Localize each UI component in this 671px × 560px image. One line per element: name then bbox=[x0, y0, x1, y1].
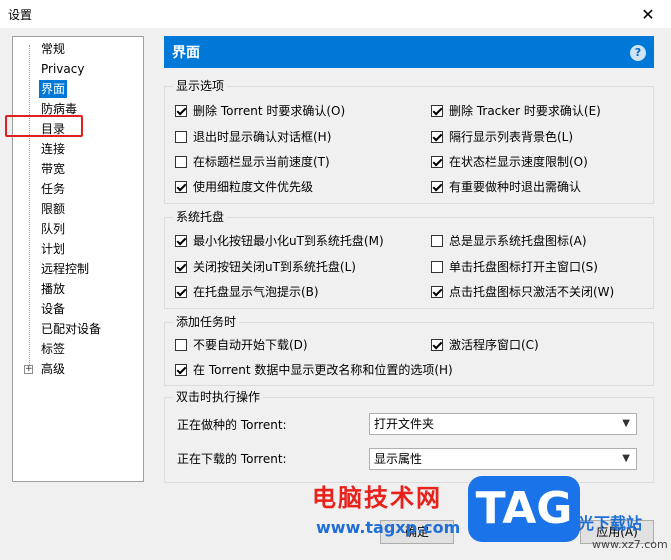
option-label: 在状态栏显示速度限制(O) bbox=[449, 155, 588, 169]
option-exit-confirm[interactable]: 退出时显示确认对话框(H) bbox=[175, 128, 331, 146]
checkbox[interactable] bbox=[175, 286, 187, 298]
checkbox[interactable] bbox=[175, 105, 187, 117]
group-system-tray: 系统托盘 最小化按钮最小化uT到系统托盘(M) 总是显示系统托盘图标(A) 关闭… bbox=[164, 209, 654, 309]
tree-item-remote[interactable]: 远程控制 bbox=[39, 260, 91, 278]
option-dont-autostart[interactable]: 不要自动开始下载(D) bbox=[175, 336, 308, 354]
option-minimize-to-tray[interactable]: 最小化按钮最小化uT到系统托盘(M) bbox=[175, 232, 384, 250]
option-show-rename-options[interactable]: 在 Torrent 数据中显示更改名称和位置的选项(H) bbox=[175, 361, 453, 379]
checkbox[interactable] bbox=[175, 131, 187, 143]
seeding-action-select[interactable]: 打开文件夹 ▼ bbox=[369, 413, 637, 435]
tree-item-advanced[interactable]: 高级 bbox=[39, 360, 67, 378]
watermark-url: www.tagxp.com bbox=[316, 518, 461, 537]
section-title: 界面 bbox=[172, 45, 200, 61]
checkbox[interactable] bbox=[431, 261, 443, 273]
tree-item-schedule[interactable]: 计划 bbox=[39, 240, 67, 258]
checkbox[interactable] bbox=[431, 235, 443, 247]
option-activate-window[interactable]: 激活程序窗口(C) bbox=[431, 336, 539, 354]
watermark-url-secondary: www.xz7.com bbox=[592, 538, 668, 551]
option-confirm-delete-torrent[interactable]: 删除 Torrent 时要求确认(O) bbox=[175, 102, 345, 120]
option-alternate-row-color[interactable]: 隔行显示列表背景色(L) bbox=[431, 128, 573, 146]
watermark-subtitle: 光下载站 bbox=[578, 514, 643, 533]
checkbox[interactable] bbox=[431, 286, 443, 298]
title-bar: 设置 ✕ bbox=[0, 0, 671, 28]
option-label: 在托盘显示气泡提示(B) bbox=[193, 285, 319, 299]
seeding-label: 正在做种的 Torrent: bbox=[177, 418, 287, 432]
option-label: 退出时显示确认对话框(H) bbox=[193, 130, 332, 144]
tree-item-devices[interactable]: 设备 bbox=[39, 300, 67, 318]
tree-item-labels[interactable]: 标签 bbox=[39, 340, 67, 358]
downloading-action-value: 显示属性 bbox=[374, 452, 423, 466]
tree-item-general[interactable]: 常规 bbox=[39, 40, 67, 58]
chevron-down-icon: ▼ bbox=[622, 418, 630, 429]
checkbox[interactable] bbox=[175, 235, 187, 247]
tree-item-bandwidth[interactable]: 带宽 bbox=[39, 160, 67, 178]
checkbox[interactable] bbox=[175, 364, 187, 376]
option-exit-confirm-seeding[interactable]: 有重要做种时退出需确认 bbox=[431, 178, 581, 196]
group-double-click: 双击时执行操作 正在做种的 Torrent: 打开文件夹 ▼ 正在下载的 Tor… bbox=[164, 389, 654, 483]
tree-item-ui[interactable]: 界面 bbox=[39, 80, 68, 98]
window-title: 设置 bbox=[8, 8, 33, 22]
option-speed-in-title[interactable]: 在标题栏显示当前速度(T) bbox=[175, 153, 330, 171]
checkbox[interactable] bbox=[175, 261, 187, 273]
option-label: 不要自动开始下载(D) bbox=[193, 338, 308, 352]
option-speed-limit-status[interactable]: 在状态栏显示速度限制(O) bbox=[431, 153, 588, 171]
option-confirm-delete-tracker[interactable]: 删除 Tracker 时要求确认(E) bbox=[431, 102, 601, 120]
category-tree[interactable]: 常规 Privacy 界面 防病毒 目录 连接 带宽 任务 限额 队列 计划 远… bbox=[12, 36, 144, 482]
tree-connector bbox=[29, 45, 30, 373]
tree-item-quota[interactable]: 限额 bbox=[39, 200, 67, 218]
highlight-annotation bbox=[5, 115, 83, 137]
section-header: 界面 ? bbox=[164, 36, 654, 68]
tree-item-privacy[interactable]: Privacy bbox=[39, 60, 86, 78]
option-label: 隔行显示列表背景色(L) bbox=[449, 130, 574, 144]
option-label: 在 Torrent 数据中显示更改名称和位置的选项(H) bbox=[193, 363, 453, 377]
close-icon[interactable]: ✕ bbox=[625, 0, 671, 28]
option-activate-only[interactable]: 点击托盘图标只激活不关闭(W) bbox=[431, 283, 614, 301]
checkbox[interactable] bbox=[431, 156, 443, 168]
watermark-site-name: 电脑技术网 bbox=[312, 484, 442, 512]
tree-item-paired-devices[interactable]: 已配对设备 bbox=[39, 320, 103, 338]
checkbox[interactable] bbox=[175, 181, 187, 193]
option-label: 在标题栏显示当前速度(T) bbox=[193, 155, 330, 169]
option-single-click-open[interactable]: 单击托盘图标打开主窗口(S) bbox=[431, 258, 598, 276]
checkbox[interactable] bbox=[431, 105, 443, 117]
option-close-to-tray[interactable]: 关闭按钮关闭uT到系统托盘(L) bbox=[175, 258, 356, 276]
tree-item-playback[interactable]: 播放 bbox=[39, 280, 67, 298]
option-fine-grained-priority[interactable]: 使用细粒度文件优先级 bbox=[175, 178, 313, 196]
option-label: 点击托盘图标只激活不关闭(W) bbox=[449, 285, 615, 299]
expand-icon[interactable]: + bbox=[24, 365, 33, 374]
option-label: 激活程序窗口(C) bbox=[449, 338, 539, 352]
group-title: 添加任务时 bbox=[173, 314, 240, 330]
checkbox[interactable] bbox=[175, 339, 187, 351]
option-label: 删除 Torrent 时要求确认(O) bbox=[193, 104, 346, 118]
checkbox[interactable] bbox=[175, 156, 187, 168]
option-always-show-tray[interactable]: 总是显示系统托盘图标(A) bbox=[431, 232, 587, 250]
group-title: 双击时执行操作 bbox=[173, 389, 264, 405]
checkbox[interactable] bbox=[431, 181, 443, 193]
tree-item-queue[interactable]: 队列 bbox=[39, 220, 67, 238]
group-display-options: 显示选项 删除 Torrent 时要求确认(O) 删除 Tracker 时要求确… bbox=[164, 78, 654, 204]
seeding-action-value: 打开文件夹 bbox=[374, 417, 435, 431]
help-icon[interactable]: ? bbox=[630, 45, 646, 61]
option-label: 最小化按钮最小化uT到系统托盘(M) bbox=[193, 234, 384, 248]
option-label: 单击托盘图标打开主窗口(S) bbox=[449, 260, 598, 274]
option-label: 关闭按钮关闭uT到系统托盘(L) bbox=[193, 260, 356, 274]
checkbox[interactable] bbox=[431, 131, 443, 143]
chevron-down-icon: ▼ bbox=[622, 453, 630, 464]
watermark-logo: TAG bbox=[468, 476, 580, 542]
downloading-label: 正在下载的 Torrent: bbox=[177, 452, 287, 466]
tree-item-tasks[interactable]: 任务 bbox=[39, 180, 67, 198]
option-label: 总是显示系统托盘图标(A) bbox=[449, 234, 587, 248]
checkbox[interactable] bbox=[431, 339, 443, 351]
group-add-torrent: 添加任务时 不要自动开始下载(D) 激活程序窗口(C) 在 Torrent 数据… bbox=[164, 314, 654, 386]
group-title: 显示选项 bbox=[173, 78, 228, 94]
downloading-action-select[interactable]: 显示属性 ▼ bbox=[369, 448, 637, 470]
option-label: 有重要做种时退出需确认 bbox=[449, 180, 582, 194]
group-title: 系统托盘 bbox=[173, 209, 228, 225]
tree-item-connection[interactable]: 连接 bbox=[39, 140, 67, 158]
option-label: 删除 Tracker 时要求确认(E) bbox=[449, 104, 601, 118]
option-label: 使用细粒度文件优先级 bbox=[193, 180, 314, 194]
option-balloon-tips[interactable]: 在托盘显示气泡提示(B) bbox=[175, 283, 319, 301]
